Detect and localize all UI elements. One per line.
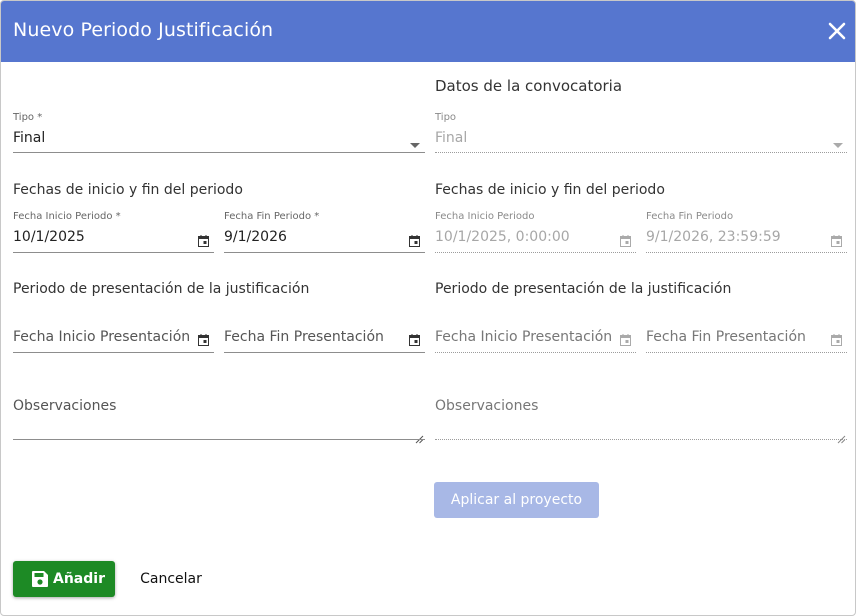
add-button[interactable]: Añadir [13, 561, 115, 597]
calendar-icon [620, 232, 631, 251]
convocatoria-fecha-fin-presentacion-underline [646, 352, 847, 353]
calendar-icon [831, 331, 842, 350]
observaciones-placeholder: Observaciones [13, 398, 117, 414]
convocatoria-fecha-inicio-presentacion-placeholder: Fecha Inicio Presentación [435, 329, 613, 345]
convocatoria-fechas-heading: Fechas de inicio y fin del periodo [435, 182, 665, 198]
calendar-icon[interactable] [409, 331, 420, 350]
presentacion-heading: Periodo de presentación de la justificac… [13, 281, 310, 297]
convocatoria-observaciones-underline [435, 439, 847, 440]
convocatoria-fecha-inicio-presentacion-underline [435, 352, 636, 353]
dropdown-arrow-icon[interactable] [409, 134, 421, 153]
dialog-header: Nuevo Periodo Justificación [1, 1, 855, 62]
convocatoria-fecha-fin-periodo-value: 9/1/2026, 23:59:59 [646, 229, 781, 245]
convocatoria-fecha-inicio-periodo-underline [435, 252, 636, 253]
fecha-fin-presentacion-underline [224, 352, 425, 353]
calendar-icon [831, 232, 842, 251]
convocatoria-observaciones-placeholder: Observaciones [435, 398, 539, 414]
close-icon[interactable] [827, 21, 847, 41]
dialog: Nuevo Periodo Justificación Datos de la … [0, 0, 856, 616]
fecha-inicio-periodo-label: Fecha Inicio Periodo * [13, 211, 121, 222]
convocatoria-fecha-fin-presentacion-placeholder: Fecha Fin Presentación [646, 329, 806, 345]
observaciones-underline [13, 439, 425, 440]
fechas-heading: Fechas de inicio y fin del periodo [13, 182, 243, 198]
add-button-label: Añadir [53, 571, 105, 587]
fecha-inicio-presentacion-placeholder: Fecha Inicio Presentación [13, 329, 191, 345]
fecha-fin-periodo-value: 9/1/2026 [224, 229, 287, 245]
fecha-inicio-presentacion-underline [13, 352, 214, 353]
calendar-icon[interactable] [198, 331, 209, 350]
convocatoria-tipo-label: Tipo [435, 112, 457, 123]
calendar-icon[interactable] [198, 232, 209, 251]
tipo-value: Final [13, 130, 46, 146]
convocatoria-fecha-inicio-periodo-label: Fecha Inicio Periodo [435, 211, 535, 222]
calendar-icon [620, 331, 631, 350]
fecha-fin-periodo-label: Fecha Fin Periodo * [224, 211, 320, 222]
apply-to-project-button[interactable]: Aplicar al proyecto [434, 482, 599, 518]
convocatoria-fecha-fin-periodo-label: Fecha Fin Periodo [646, 211, 734, 222]
fecha-fin-periodo-underline [224, 252, 425, 253]
fecha-fin-presentacion-placeholder: Fecha Fin Presentación [224, 329, 384, 345]
save-icon [32, 571, 48, 587]
tipo-underline [13, 152, 425, 153]
dialog-title: Nuevo Periodo Justificación [13, 19, 274, 41]
tipo-label: Tipo * [13, 112, 43, 123]
cancel-button[interactable]: Cancelar [125, 561, 217, 597]
fecha-inicio-periodo-underline [13, 252, 214, 253]
calendar-icon[interactable] [409, 232, 420, 251]
convocatoria-fecha-fin-periodo-underline [646, 252, 847, 253]
convocatoria-fecha-inicio-periodo-value: 10/1/2025, 0:00:00 [435, 229, 570, 245]
convocatoria-tipo-underline [435, 152, 847, 153]
fecha-inicio-periodo-value: 10/1/2025 [13, 229, 85, 245]
convocatoria-tipo-value: Final [435, 130, 468, 146]
convocatoria-presentacion-heading: Periodo de presentación de la justificac… [435, 281, 732, 297]
dropdown-arrow-icon [832, 134, 844, 153]
convocatoria-heading: Datos de la convocatoria [435, 77, 623, 95]
